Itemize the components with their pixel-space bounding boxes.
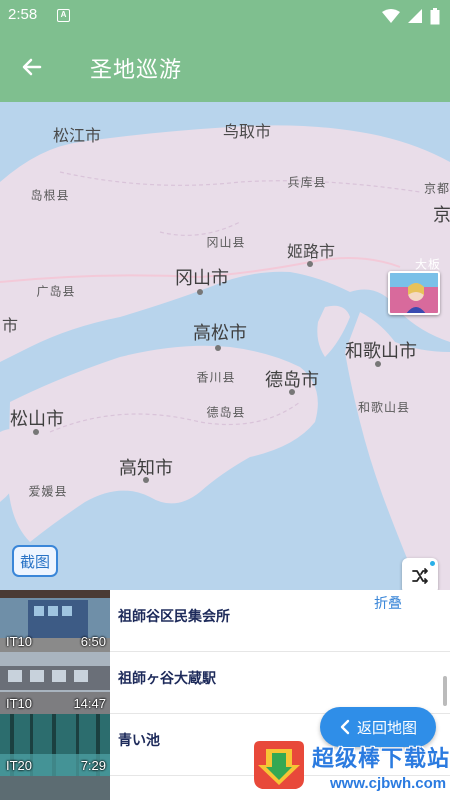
location-name: 青い池 (118, 733, 160, 749)
map-label-okayama-city: 冈山市 (175, 268, 229, 289)
map-label-edge-city: 市 (1, 316, 19, 335)
episode-label: IT10 (6, 696, 33, 711)
status-time: 2:58 (8, 6, 38, 23)
scene-thumbnail: IT10 6:50 (0, 590, 110, 652)
map-label-tottori: 鸟取市 (222, 122, 272, 141)
map-label-kagawa: 香川县 (196, 370, 236, 385)
episode-label: IT20 (6, 758, 33, 773)
watermark-title: 超级棒下载站 (312, 747, 450, 772)
map-label-kyoto-pref: 京都 (423, 181, 450, 196)
battery-icon (430, 7, 440, 24)
map-label-okayama-pref: 冈山县 (206, 235, 246, 250)
map-label-matsue: 松江市 (52, 126, 102, 145)
map-label-hyogo: 兵库县 (287, 175, 327, 190)
shuffle-icon (412, 568, 428, 584)
shuffle-button[interactable] (402, 558, 438, 590)
list-scrollbar[interactable] (443, 676, 447, 706)
scene-thumbnail: IT10 14:47 (0, 652, 110, 714)
location-thumbnail-marker[interactable] (388, 271, 440, 315)
map-label-ehime: 爱媛县 (28, 484, 68, 499)
map-label-tokushima-city: 德岛市 (265, 370, 319, 391)
location-name: 祖師ヶ谷大蔵駅 (118, 671, 216, 687)
map-label-wakayama-pref: 和歌山县 (357, 400, 411, 415)
timecode-label: 14:47 (73, 696, 106, 711)
map-label-hiroshima: 广岛县 (36, 284, 76, 299)
notification-dot (430, 561, 435, 566)
arrow-left-icon (22, 58, 42, 76)
timecode-label: 6:50 (80, 634, 106, 649)
back-button[interactable] (14, 49, 50, 85)
map-label-takamatsu: 高松市 (193, 323, 247, 344)
location-name: 祖師谷区民集会所 (118, 609, 230, 625)
map-label-osaka: 大板 (414, 257, 442, 272)
watermark-url: www.cjbwh.com (330, 775, 447, 792)
list-item[interactable]: IT10 14:47 祖師ヶ谷大蔵駅 (0, 652, 450, 714)
signal-icon (408, 9, 422, 23)
scene-image (0, 776, 110, 800)
map-view[interactable]: 松江市 鸟取市 岛根县 兵库县 京都 冈山县 姬路市 广岛县 冈山市 市 高松市… (0, 102, 450, 590)
chevron-left-icon (340, 719, 350, 735)
wifi-icon (382, 9, 400, 23)
site-watermark: 超级棒下载站 www.cjbwh.com (250, 735, 450, 797)
map-label-shimane: 岛根县 (30, 188, 70, 203)
watermark-logo-icon (254, 741, 304, 789)
page-title: 圣地巡游 (90, 58, 183, 83)
status-icons (382, 7, 440, 25)
episode-label: IT10 (6, 634, 33, 649)
map-label-himeji: 姬路市 (286, 242, 336, 261)
map-label-matsuyama: 松山市 (10, 409, 64, 430)
map-label-kyo: 京 (433, 205, 450, 226)
status-bar: 2:58 A (0, 0, 450, 32)
timecode-label: 7:29 (80, 758, 106, 773)
screenshot-button[interactable]: 截图 (12, 545, 58, 577)
map-label-kochi: 高知市 (119, 458, 173, 479)
map-label-tokushima-pref: 德岛县 (206, 405, 246, 420)
scene-thumbnail: IT20 7:29 (0, 714, 110, 776)
anime-scene-thumbnail (390, 273, 438, 313)
map-label-wakayama-city: 和歌山市 (345, 341, 417, 362)
collapse-button[interactable]: 折叠 (374, 593, 402, 613)
notification-app-icon: A (57, 9, 70, 22)
app-toolbar: 圣地巡游 (0, 32, 450, 102)
scene-thumbnail (0, 776, 110, 800)
